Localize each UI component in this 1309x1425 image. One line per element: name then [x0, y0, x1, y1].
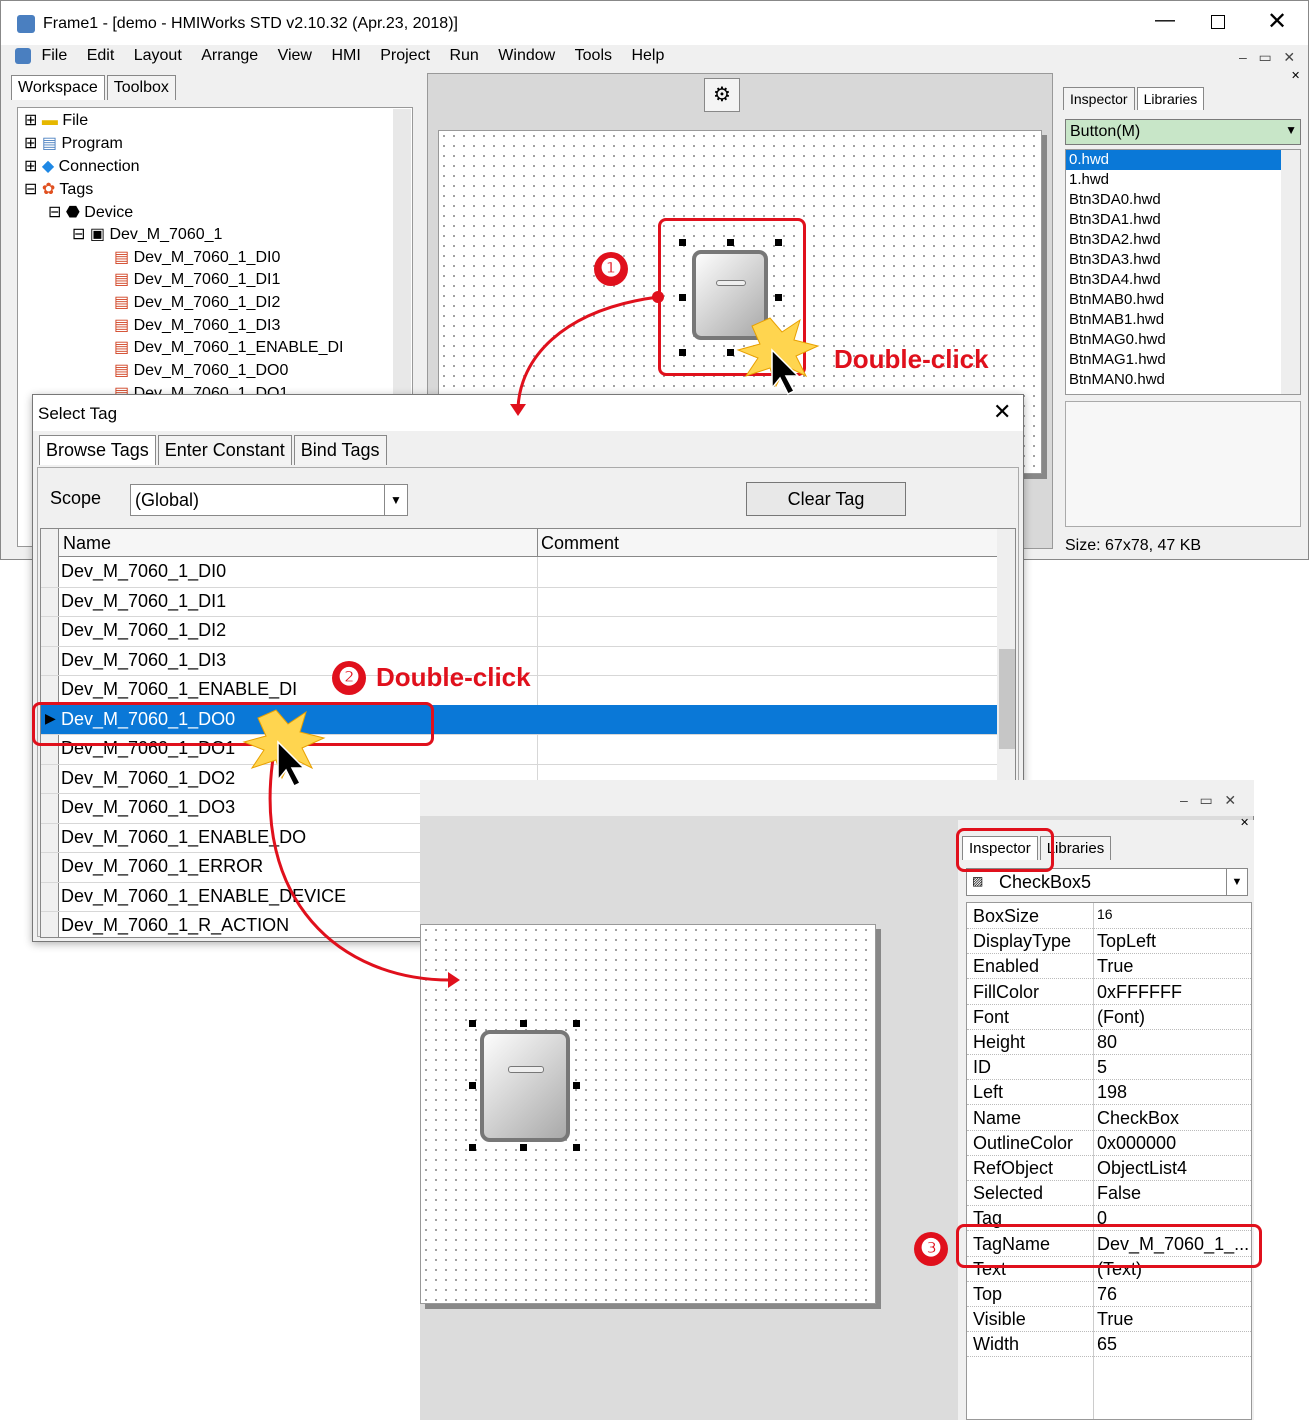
arrow-1 — [516, 295, 659, 409]
arrow-2 — [268, 751, 451, 982]
arrow-1-start-dot — [652, 291, 664, 303]
arrow-1-head — [510, 404, 526, 416]
arrow-overlay — [242, 291, 820, 988]
arrow-2-head — [448, 972, 460, 988]
